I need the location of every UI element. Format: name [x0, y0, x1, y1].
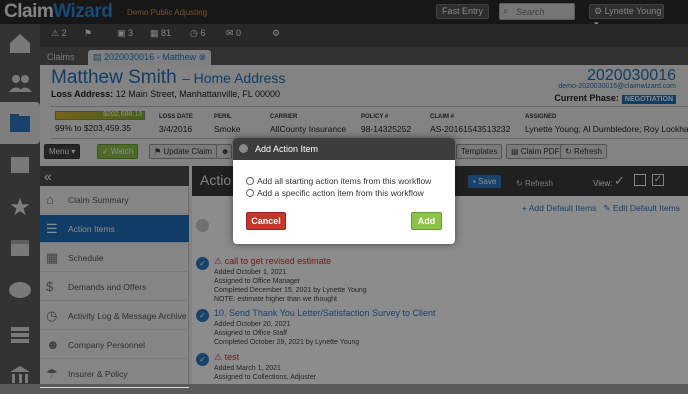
radio-add-specific[interactable]	[246, 189, 254, 197]
dialog-title: Add Action Item	[255, 144, 319, 154]
cancel-button[interactable]: Cancel	[246, 212, 286, 230]
option-label: Add all starting action items from this …	[257, 176, 432, 186]
option-add-all-starting[interactable]: Add all starting action items from this …	[246, 176, 431, 186]
add-action-item-dialog: Add Action Item Add all starting action …	[233, 138, 455, 244]
option-label: Add a specific action item from this wor…	[257, 188, 424, 198]
dialog-icon	[239, 144, 248, 153]
option-add-specific[interactable]: Add a specific action item from this wor…	[246, 188, 424, 198]
dialog-header: Add Action Item	[233, 138, 455, 160]
radio-add-all[interactable]	[246, 177, 254, 185]
add-button[interactable]: Add	[411, 212, 442, 230]
